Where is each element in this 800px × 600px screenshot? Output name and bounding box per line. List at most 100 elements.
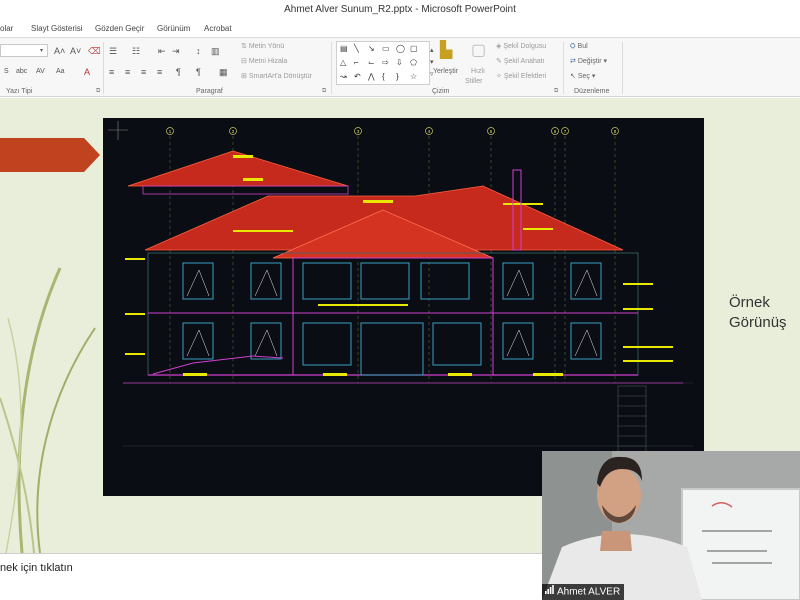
participant-name: Ahmet ALVER <box>557 586 621 598</box>
shape-outline-label: Şekil Anahatı <box>503 58 545 65</box>
shape-outline-icon: ✎ <box>496 58 504 65</box>
column-layout-icon[interactable]: ▦ <box>219 67 228 77</box>
tab-slide-show[interactable]: Slayt Gösterisi <box>31 22 83 35</box>
align-text-icon: ⊟ <box>241 58 249 65</box>
down-arrow-shape-icon[interactable]: ⇩ <box>396 58 403 67</box>
pentagon-shape-icon[interactable]: ⬠ <box>410 58 417 67</box>
replace-button[interactable]: ⇄ Değiştir ▾ <box>570 57 607 67</box>
slide-caption[interactable]: Örnek Görünüş <box>729 293 787 333</box>
elbow-connector-icon[interactable]: ⌐ <box>354 58 359 67</box>
grid-axis-label: 3 <box>357 129 360 134</box>
quick-styles-button[interactable]: ▢ Hızlı Stiller <box>465 42 491 90</box>
ltr-icon[interactable]: ¶ <box>196 67 201 77</box>
replace-label: Değiştir <box>577 58 602 65</box>
change-case-icon[interactable]: Aa <box>56 67 65 77</box>
participant-label: Ahmet ALVER <box>542 584 625 600</box>
text-direction-label: Metin Yönü <box>248 43 285 50</box>
tab-acrobat[interactable]: Acrobat <box>204 22 232 35</box>
shape-fill-button[interactable]: ◈ Şekil Dolgusu <box>496 42 546 52</box>
columns-icon[interactable]: ▥ <box>211 46 220 56</box>
align-center-icon[interactable]: ≡ <box>125 67 130 77</box>
group-separator <box>563 42 564 94</box>
tab-view[interactable]: Görünüm <box>157 22 190 35</box>
chevron-down-icon: ▾ <box>589 73 596 80</box>
shape-effects-button[interactable]: ✧ Şekil Efektleri <box>496 72 546 82</box>
quick-styles-icon: ▢ <box>471 42 487 59</box>
shrink-font-icon[interactable]: A˅ <box>70 46 81 56</box>
line-shape-icon[interactable]: ╲ <box>354 44 359 53</box>
freeform-shape-icon[interactable]: ⋀ <box>368 72 375 81</box>
line-spacing-icon[interactable]: ↕ <box>196 46 201 56</box>
align-text-button[interactable]: ⊟ Metni Hizala <box>241 57 287 67</box>
signal-icon <box>545 584 554 600</box>
arrange-button[interactable]: ▙ Yerleştir <box>433 42 462 90</box>
find-button[interactable]: ⛭ Bul <box>570 42 588 52</box>
grid-axis-label: 5 <box>490 129 493 134</box>
justify-icon[interactable]: ≡ <box>157 67 162 77</box>
gallery-up-icon[interactable]: ▴ <box>430 46 434 56</box>
right-brace-icon[interactable]: } <box>396 72 399 81</box>
editing-group-label: Düzenleme <box>574 88 610 95</box>
powerpoint-window: Ahmet Alver Sunum_R2.pptx - Microsoft Po… <box>0 0 800 600</box>
dialog-launcher-icon[interactable]: ⧉ <box>322 88 326 95</box>
select-button[interactable]: ↖ Seç ▾ <box>570 72 595 82</box>
left-brace-icon[interactable]: { <box>382 72 385 81</box>
shape-effects-icon: ✧ <box>496 73 504 80</box>
smartart-icon: ⊞ <box>241 73 249 80</box>
group-separator <box>622 42 623 94</box>
shadow-icon[interactable]: S <box>4 67 9 77</box>
clear-format-icon[interactable]: ⌫ <box>88 46 101 56</box>
shapes-gallery[interactable]: ▤ ╲ ↘ ▭ ◯ ▢ △ ⌐ ⌙ ⇨ ⇩ ⬠ ↝ ↶ ⋀ { } ☆ <box>336 41 430 85</box>
quick-styles-label: Hızlı <box>471 68 485 75</box>
increase-indent-icon[interactable]: ⇥ <box>172 46 180 56</box>
select-label: Seç <box>577 73 590 80</box>
arrow-line-shape-icon[interactable]: ↘ <box>368 44 375 53</box>
char-spacing-icon[interactable]: AV <box>36 67 45 77</box>
caption-line-2: Görünüş <box>729 314 787 331</box>
grid-axis-label: 8 <box>614 129 617 134</box>
right-arrow-shape-icon[interactable]: ⇨ <box>382 58 389 67</box>
grid-axis-label: 1 <box>169 129 172 134</box>
chevron-down-icon: ▾ <box>601 58 608 65</box>
paragraph-group-label: Paragraf <box>196 88 223 95</box>
align-right-icon[interactable]: ≡ <box>141 67 146 77</box>
font-color-icon[interactable]: A <box>84 67 90 77</box>
decrease-indent-icon[interactable]: ⇤ <box>158 46 166 56</box>
caption-line-1: Örnek <box>729 294 770 311</box>
rtl-icon[interactable]: ¶ <box>176 67 181 77</box>
oval-shape-icon[interactable]: ◯ <box>396 44 405 53</box>
grow-font-icon[interactable]: A˄ <box>54 46 65 56</box>
text-direction-button[interactable]: ⇅ Metin Yönü <box>241 42 284 52</box>
triangle-shape-icon[interactable]: △ <box>340 58 346 67</box>
dialog-launcher-icon[interactable]: ⧉ <box>96 88 100 95</box>
elbow-arrow-icon[interactable]: ⌙ <box>368 58 375 67</box>
chevron-down-icon[interactable]: ▾ <box>40 46 43 56</box>
shape-effects-label: Şekil Efektleri <box>503 73 547 80</box>
rectangle-shape-icon[interactable]: ▭ <box>382 44 390 53</box>
font-group-label: Yazı Tipi <box>6 88 33 95</box>
shape-outline-button[interactable]: ✎ Şekil Anahatı <box>496 57 545 67</box>
grid-axis-label: 7 <box>564 129 567 134</box>
star-shape-icon[interactable]: ☆ <box>410 72 417 81</box>
cad-elevation-svg: 1 2 3 4 5 6 7 8 <box>108 121 693 457</box>
strikethrough-icon[interactable]: abc <box>16 67 27 77</box>
drawing-group-label: Çizim <box>432 88 450 95</box>
curve-shape-icon[interactable]: ↶ <box>354 72 361 81</box>
bullets-icon[interactable]: ☰ <box>109 46 117 56</box>
rounded-rect-shape-icon[interactable]: ▢ <box>410 44 418 53</box>
dialog-launcher-icon[interactable]: ⧉ <box>554 88 558 95</box>
textbox-shape-icon[interactable]: ▤ <box>340 44 348 53</box>
title-arrow-shape[interactable] <box>0 138 100 172</box>
replace-icon: ⇄ <box>570 58 578 65</box>
tab-review[interactable]: Gözden Geçir <box>95 22 144 35</box>
tab-animations[interactable]: olar <box>0 22 13 35</box>
text-direction-icon: ⇅ <box>241 43 249 50</box>
align-left-icon[interactable]: ≡ <box>109 67 114 77</box>
group-separator <box>103 42 104 94</box>
cad-elevation-drawing[interactable]: 1 2 3 4 5 6 7 8 <box>103 118 704 496</box>
grid-axis-label: 2 <box>232 129 235 134</box>
curve-arrow-icon[interactable]: ↝ <box>340 72 347 81</box>
numbering-icon[interactable]: ☷ <box>132 46 140 56</box>
smartart-button[interactable]: ⊞ SmartArt'a Dönüştür <box>241 72 312 82</box>
smartart-label: SmartArt'a Dönüştür <box>248 73 313 80</box>
